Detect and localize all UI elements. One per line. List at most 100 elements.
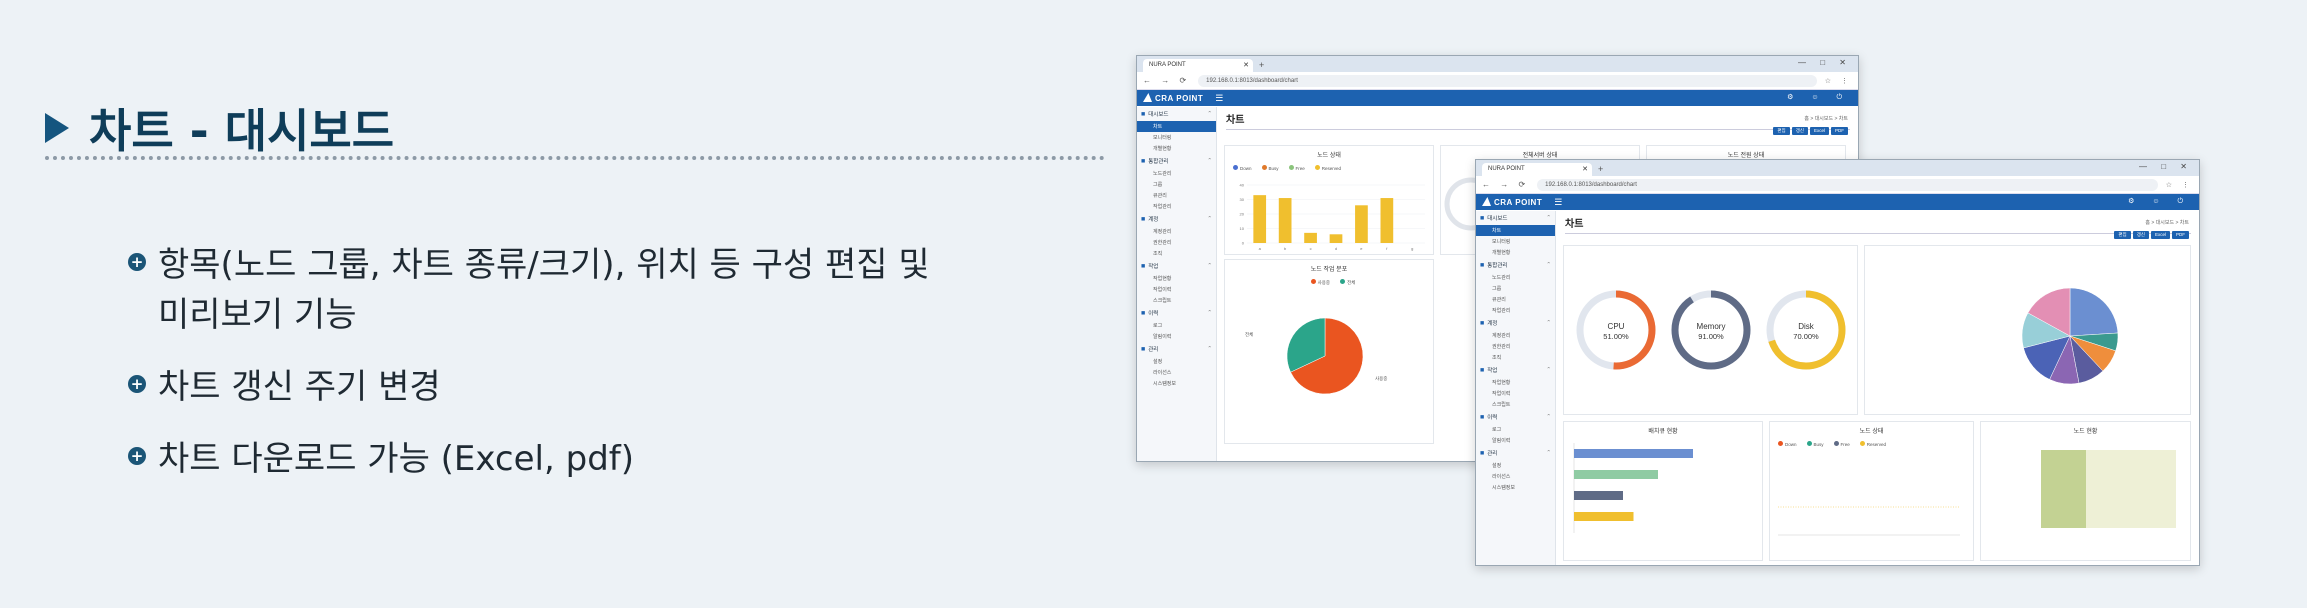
sidebar-item[interactable]: 작업관리 bbox=[1476, 305, 1555, 316]
sidebar-item[interactable]: 노드관리 bbox=[1476, 272, 1555, 283]
toolbar-button[interactable]: PDF bbox=[1831, 127, 1848, 135]
sidebar-item[interactable]: 스크립트 bbox=[1137, 295, 1216, 306]
bar bbox=[1355, 205, 1368, 243]
chevron-up-icon[interactable]: ⌃ bbox=[1546, 450, 1551, 456]
chevron-up-icon[interactable]: ⌃ bbox=[1546, 262, 1551, 268]
sidebar-item[interactable]: 권한관리 bbox=[1137, 237, 1216, 248]
chevron-up-icon[interactable]: ⌃ bbox=[1207, 263, 1212, 269]
url-field[interactable]: 192.168.0.1:8013/dashboard/chart bbox=[1537, 178, 2158, 191]
new-tab-icon[interactable]: + bbox=[1259, 58, 1264, 72]
chevron-up-icon[interactable]: ⌃ bbox=[1546, 320, 1551, 326]
browser-tab[interactable]: NURA POINT ✕ bbox=[1482, 163, 1592, 176]
sidebar-group[interactable]: ■ 계정 ⌃ bbox=[1476, 316, 1555, 330]
navigation-icons[interactable]: ← → ⟳ bbox=[1143, 76, 1190, 85]
panel-title: 노드 상태 bbox=[1859, 429, 1884, 435]
sidebar-group[interactable]: ■ 작업 ⌃ bbox=[1476, 363, 1555, 377]
toolbar-button[interactable]: Excel bbox=[2150, 231, 2170, 239]
sidebar-item[interactable]: 스크립트 bbox=[1476, 399, 1555, 410]
sidebar-group[interactable]: ■ 관리 ⌃ bbox=[1476, 446, 1555, 460]
chevron-up-icon[interactable]: ⌃ bbox=[1546, 414, 1551, 420]
toolbar-button[interactable]: 갱신 bbox=[2132, 231, 2149, 239]
close-tab-icon[interactable]: ✕ bbox=[1243, 59, 1249, 72]
sidebar-group[interactable]: ■ 이력 ⌃ bbox=[1137, 306, 1216, 320]
menu-icon[interactable]: ☰ bbox=[1554, 197, 1562, 208]
chart-panel-pie bbox=[1864, 245, 2191, 415]
window-controls[interactable]: — □ ✕ bbox=[2139, 162, 2193, 171]
url-field[interactable]: 192.168.0.1:8013/dashboard/chart bbox=[1198, 74, 1817, 87]
sidebar-group[interactable]: ■ 이력 ⌃ bbox=[1476, 410, 1555, 424]
panel-title: 노드 현황 bbox=[2073, 429, 2098, 435]
sidebar-item[interactable]: 큐관리 bbox=[1137, 190, 1216, 201]
sidebar-item[interactable]: 알림이력 bbox=[1476, 435, 1555, 446]
sidebar-item[interactable]: 작업현황 bbox=[1476, 377, 1555, 388]
chevron-up-icon[interactable]: ⌃ bbox=[1546, 215, 1551, 221]
sidebar-item[interactable]: 로그 bbox=[1476, 424, 1555, 435]
gauge-value: 51.00% bbox=[1603, 332, 1629, 341]
toolbar-button[interactable]: 편집 bbox=[2114, 231, 2131, 239]
sidebar-item[interactable]: 그룹 bbox=[1476, 283, 1555, 294]
sidebar-item[interactable]: 시스템정보 bbox=[1137, 378, 1216, 389]
sidebar-item[interactable]: 계정관리 bbox=[1137, 226, 1216, 237]
sidebar-item[interactable]: 조직 bbox=[1137, 248, 1216, 259]
sidebar-item[interactable]: 권한관리 bbox=[1476, 341, 1555, 352]
sidebar-item[interactable]: 작업이력 bbox=[1476, 388, 1555, 399]
toolbar-button[interactable]: Excel bbox=[1809, 127, 1829, 135]
sidebar-item[interactable]: 설정 bbox=[1476, 460, 1555, 471]
sidebar-item[interactable]: 개별현황 bbox=[1137, 143, 1216, 154]
close-tab-icon[interactable]: ✕ bbox=[1582, 163, 1588, 176]
new-tab-icon[interactable]: + bbox=[1598, 162, 1603, 176]
sidebar-item[interactable]: 라이선스 bbox=[1137, 367, 1216, 378]
sidebar-item[interactable]: 시스템정보 bbox=[1476, 482, 1555, 493]
sidebar: ■ 대시보드 ⌃ 차트 모니터링 개별현황 ■ 통합관리 ⌃ 노드관리 그룹 큐관리 작업관리 ■ 계정 ⌃ 계… bbox=[1137, 107, 1217, 461]
header-tool-icons[interactable]: ⚙ ☺ ⏻ bbox=[2128, 197, 2191, 206]
sidebar-item[interactable]: 작업관리 bbox=[1137, 201, 1216, 212]
chevron-up-icon[interactable]: ⌃ bbox=[1207, 346, 1212, 352]
sidebar-item[interactable]: 큐관리 bbox=[1476, 294, 1555, 305]
sidebar-item[interactable]: 로그 bbox=[1137, 320, 1216, 331]
browser-tab[interactable]: NURA POINT ✕ bbox=[1143, 59, 1253, 72]
x-tick-label: d bbox=[1335, 246, 1337, 251]
sidebar-item[interactable]: 작업이력 bbox=[1137, 284, 1216, 295]
triangle-bullet-icon bbox=[45, 113, 69, 143]
sidebar-item[interactable]: 모니터링 bbox=[1476, 236, 1555, 247]
sidebar-item[interactable]: 노드관리 bbox=[1137, 168, 1216, 179]
gauge-value: 70.00% bbox=[1793, 332, 1819, 341]
sidebar-item[interactable]: 차트 bbox=[1476, 225, 1555, 236]
sidebar-item[interactable]: 라이선스 bbox=[1476, 471, 1555, 482]
panel-title: 전체서버 상태 bbox=[1522, 153, 1558, 159]
sidebar-group[interactable]: ■ 대시보드 ⌃ bbox=[1476, 211, 1555, 225]
sidebar-item[interactable]: 개별현황 bbox=[1476, 247, 1555, 258]
chevron-up-icon[interactable]: ⌃ bbox=[1207, 158, 1212, 164]
header-tool-icons[interactable]: ⚙ ☺ ⏻ bbox=[1787, 93, 1850, 102]
sidebar-item[interactable]: 알림이력 bbox=[1137, 331, 1216, 342]
chevron-up-icon[interactable]: ⌃ bbox=[1207, 111, 1212, 117]
sidebar-item[interactable]: 차트 bbox=[1137, 121, 1216, 132]
sidebar-group[interactable]: ■ 계정 ⌃ bbox=[1137, 212, 1216, 226]
sidebar-group[interactable]: ■ 작업 ⌃ bbox=[1137, 259, 1216, 273]
toolbar-button[interactable]: 편집 bbox=[1773, 127, 1790, 135]
slice-label: 전체 bbox=[1245, 331, 1253, 338]
window-controls[interactable]: — □ ✕ bbox=[1798, 58, 1852, 67]
navigation-icons[interactable]: ← → ⟳ bbox=[1482, 180, 1529, 189]
chart-panel-queue: 배치큐 현황 bbox=[1563, 421, 1763, 561]
sidebar-item[interactable]: 작업현황 bbox=[1137, 273, 1216, 284]
sidebar-item[interactable]: 조직 bbox=[1476, 352, 1555, 363]
extension-icons[interactable]: ☆ ⋮ bbox=[2166, 181, 2193, 189]
menu-icon[interactable]: ☰ bbox=[1215, 93, 1223, 104]
toolbar-button[interactable]: PDF bbox=[2172, 231, 2189, 239]
sidebar-group-label: 이력 bbox=[1148, 311, 1159, 317]
extension-icons[interactable]: ☆ ⋮ bbox=[1825, 77, 1852, 85]
sidebar-group[interactable]: ■ 통합관리 ⌃ bbox=[1137, 154, 1216, 168]
sidebar-item[interactable]: 그룹 bbox=[1137, 179, 1216, 190]
chevron-up-icon[interactable]: ⌃ bbox=[1207, 216, 1212, 222]
chevron-up-icon[interactable]: ⌃ bbox=[1546, 367, 1551, 373]
sidebar-group[interactable]: ■ 대시보드 ⌃ bbox=[1137, 107, 1216, 121]
sidebar-group[interactable]: ■ 통합관리 ⌃ bbox=[1476, 258, 1555, 272]
toolbar-button[interactable]: 갱신 bbox=[1791, 127, 1808, 135]
sidebar-item[interactable]: 계정관리 bbox=[1476, 330, 1555, 341]
cluster-icon: ■ bbox=[1141, 157, 1146, 165]
sidebar-group[interactable]: ■ 관리 ⌃ bbox=[1137, 342, 1216, 356]
chevron-up-icon[interactable]: ⌃ bbox=[1207, 310, 1212, 316]
sidebar-item[interactable]: 모니터링 bbox=[1137, 132, 1216, 143]
sidebar-item[interactable]: 설정 bbox=[1137, 356, 1216, 367]
